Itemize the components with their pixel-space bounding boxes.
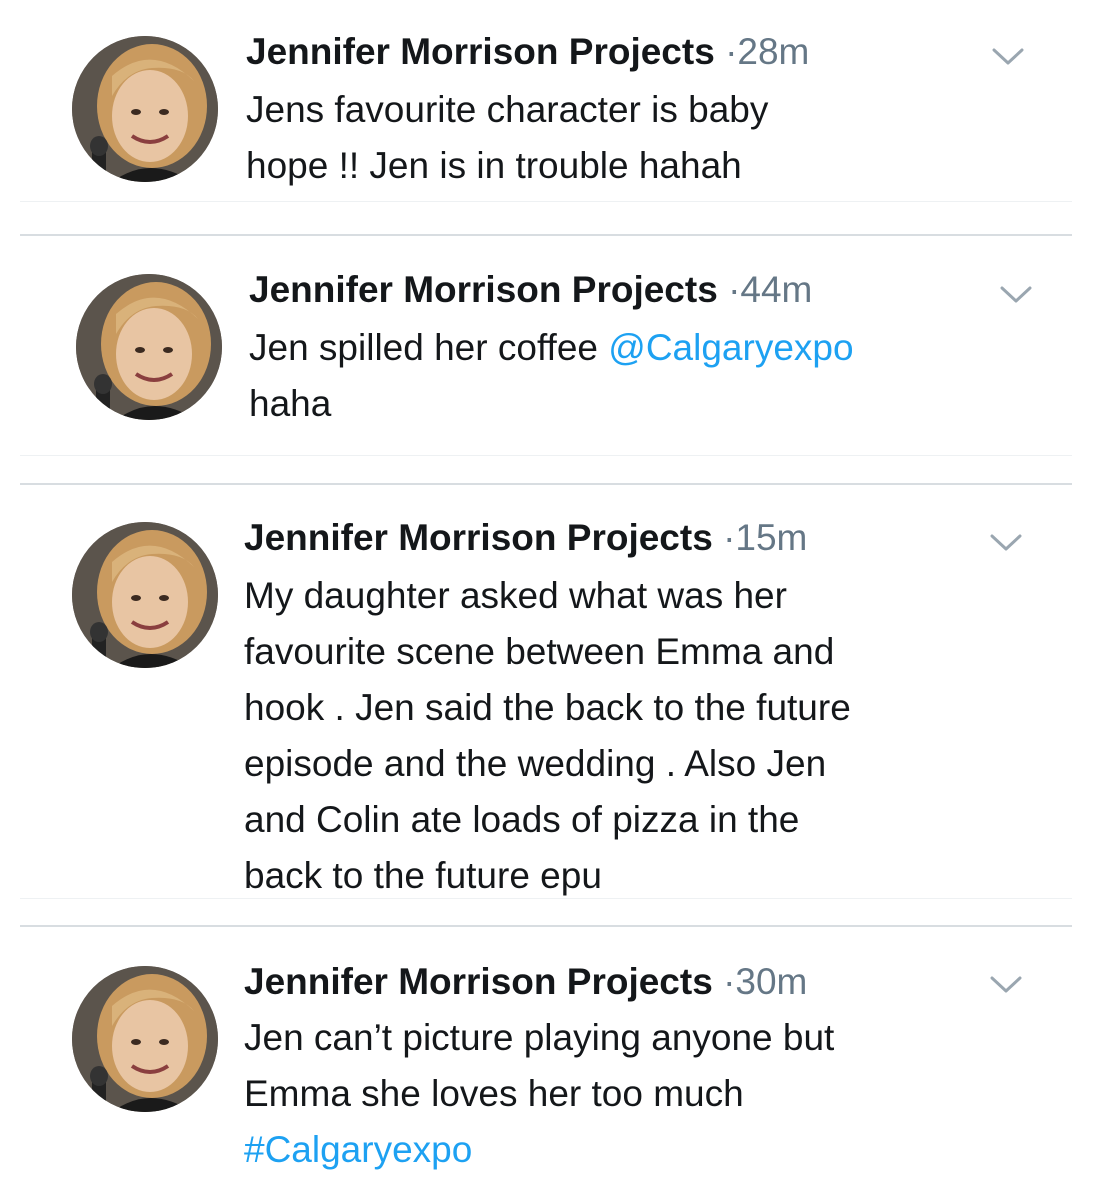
- tweet-line: and Colin ate loads of pizza in the: [244, 799, 800, 840]
- separator-dot: ·: [725, 31, 738, 72]
- profile-photo-icon: [72, 522, 218, 668]
- tweet-line: Jen can’t picture playing anyone but: [244, 1017, 835, 1058]
- tweet-line: Emma she loves her too much: [244, 1073, 744, 1114]
- tweet-line: Jen spilled her coffee @Calgaryexpo: [249, 320, 854, 376]
- profile-photo-icon: [72, 966, 218, 1112]
- tweet-text: Jen spilled her coffee @Calgaryexpo haha: [249, 320, 854, 432]
- mention-link[interactable]: @Calgaryexpo: [608, 327, 853, 368]
- tweet-line: back to the future epu: [244, 855, 602, 896]
- tweet-text: Jen can’t picture playing anyone but Emm…: [244, 1010, 834, 1178]
- tweet-line: My daughter asked what was her: [244, 575, 787, 616]
- avatar[interactable]: [76, 274, 222, 420]
- tweet-header: Jennifer Morrison Projects ·44m: [249, 268, 812, 312]
- tweet-header: Jennifer Morrison Projects ·30m: [244, 960, 807, 1004]
- hashtag-link[interactable]: #Calgaryexpo: [244, 1129, 472, 1170]
- timestamp[interactable]: 15m: [735, 517, 807, 558]
- separator-dot: ·: [723, 517, 736, 558]
- author-name[interactable]: Jennifer Morrison Projects: [244, 961, 713, 1002]
- timestamp[interactable]: 28m: [737, 31, 809, 72]
- tweet-line: hope !! Jen is in trouble hahah: [246, 145, 742, 186]
- profile-photo-icon: [76, 274, 222, 420]
- separator-dot: ·: [728, 269, 741, 310]
- tweet-line: Jens favourite character is baby: [246, 89, 769, 130]
- author-name[interactable]: Jennifer Morrison Projects: [244, 517, 713, 558]
- tweet-2[interactable]: Jennifer Morrison Projects ·44m Jen spil…: [20, 236, 1072, 454]
- tweet-4[interactable]: Jennifer Morrison Projects ·30m Jen can’…: [20, 928, 1072, 1200]
- chevron-down-icon[interactable]: [986, 970, 1026, 998]
- tweet-text: My daughter asked what was her favourite…: [244, 568, 851, 904]
- tweet-line: episode and the wedding . Also Jen: [244, 743, 827, 784]
- separator-dot: ·: [723, 961, 736, 1002]
- divider: [20, 483, 1072, 485]
- tweet-line: #Calgaryexpo: [244, 1122, 834, 1178]
- divider: [20, 898, 1072, 899]
- divider: [20, 925, 1072, 927]
- profile-photo-icon: [72, 36, 218, 182]
- tweet-line: favourite scene between Emma and: [244, 631, 835, 672]
- tweet-line: haha: [249, 383, 332, 424]
- chevron-down-icon[interactable]: [986, 528, 1026, 556]
- divider: [20, 201, 1072, 202]
- author-name[interactable]: Jennifer Morrison Projects: [246, 31, 715, 72]
- avatar[interactable]: [72, 522, 218, 668]
- tweet-header: Jennifer Morrison Projects ·15m: [244, 516, 807, 560]
- tweet-line: hook . Jen said the back to the future: [244, 687, 851, 728]
- chevron-down-icon[interactable]: [988, 42, 1028, 70]
- tweet-1[interactable]: Jennifer Morrison Projects ·28m Jens fav…: [20, 0, 1072, 200]
- tweet-text: Jens favourite character is baby hope !!…: [246, 82, 768, 194]
- tweet-3[interactable]: Jennifer Morrison Projects ·15m My daugh…: [20, 486, 1072, 896]
- author-name[interactable]: Jennifer Morrison Projects: [249, 269, 718, 310]
- timestamp[interactable]: 44m: [740, 269, 812, 310]
- avatar[interactable]: [72, 966, 218, 1112]
- avatar[interactable]: [72, 36, 218, 182]
- chevron-down-icon[interactable]: [996, 280, 1036, 308]
- tweet-header: Jennifer Morrison Projects ·28m: [246, 30, 809, 74]
- divider: [20, 455, 1072, 456]
- timestamp[interactable]: 30m: [735, 961, 807, 1002]
- tweet-line-text: Jen spilled her coffee: [249, 327, 609, 368]
